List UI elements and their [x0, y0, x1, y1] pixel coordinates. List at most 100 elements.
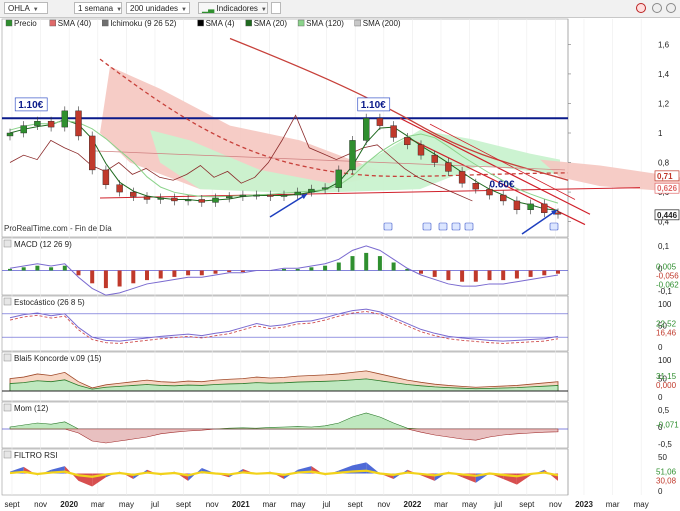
- x-axis-label: mar: [263, 500, 277, 509]
- candle-body: [404, 137, 411, 146]
- ticker-field[interactable]: OHLA ▼: [4, 2, 48, 14]
- macd-bar: [117, 270, 122, 287]
- macd-bar: [213, 270, 218, 274]
- event-marker-icon: [464, 222, 474, 231]
- candle-body: [143, 196, 151, 200]
- indicators-button[interactable]: ▁▃ Indicadores ▼: [198, 2, 268, 14]
- macd-bar: [282, 268, 286, 271]
- chart-area: 1.10€1.10€0.60€1,61,41,210,80,60,40,710,…: [1, 18, 680, 509]
- price-value-tag-text: 0,71: [657, 172, 673, 181]
- candle-body: [267, 194, 274, 197]
- legend-item-3: SMA (4): [206, 19, 235, 28]
- indicators-text: Indicadores: [216, 4, 258, 13]
- period-select[interactable]: 1 semana ▼: [74, 2, 122, 14]
- x-axis-label: mar: [606, 500, 620, 509]
- candle-body: [554, 212, 562, 215]
- macd-bar: [528, 270, 533, 277]
- macd-bar: [90, 270, 95, 284]
- candle-body: [294, 191, 301, 196]
- panel-collapse-icon: [3, 353, 12, 362]
- x-axis-label: 2020: [60, 500, 78, 509]
- legend-item-6: SMA (200): [363, 19, 401, 28]
- panel-4-ytick: -0,5: [658, 440, 672, 449]
- macd-bar: [186, 270, 191, 276]
- candle-body: [541, 203, 548, 213]
- panel-2-ytick: 0: [658, 343, 663, 352]
- legend-item-2: Ichimoku (9 26 52): [110, 19, 177, 28]
- x-axis-label: mar: [434, 500, 448, 509]
- macd-bar: [295, 268, 300, 271]
- macd-bar: [240, 270, 245, 273]
- panel-title-1: MACD (12 26 9): [14, 240, 72, 249]
- indicators-icon: ▁▃: [202, 4, 215, 13]
- candle-body: [102, 169, 110, 185]
- macd-bar: [199, 270, 204, 276]
- panel-1-ytick: 0,1: [658, 242, 670, 251]
- candle-body: [376, 118, 384, 126]
- candle-body: [500, 194, 507, 202]
- x-axis-label: 2021: [232, 500, 250, 509]
- panel-collapse-icon: [3, 450, 12, 459]
- candle-body: [239, 194, 247, 197]
- candle-body: [75, 110, 82, 137]
- macd-bar: [35, 265, 40, 271]
- price-panel-frame: [1, 18, 569, 238]
- panel-title-3: Blai5 Koncorde v.09 (15): [14, 354, 102, 363]
- candle-body: [88, 135, 96, 171]
- macd-bar: [446, 270, 451, 281]
- price-ytick-label: 0,8: [658, 159, 670, 168]
- panel-1-value-tag: -0,056: [656, 271, 679, 280]
- candle-body: [198, 199, 206, 203]
- units-select[interactable]: 200 unidades ▼: [126, 2, 190, 14]
- panel-4-value-tag: -0,071: [656, 420, 679, 429]
- macd-bar: [419, 270, 423, 274]
- candle-body: [363, 118, 370, 141]
- candle-body: [20, 125, 27, 134]
- panel-2-value-tag: 16,46: [656, 328, 677, 337]
- macd-bar: [542, 270, 547, 276]
- event-marker-icon: [438, 222, 448, 231]
- event-marker-icon: [549, 222, 559, 231]
- options-button[interactable]: [271, 2, 281, 14]
- macd-bar: [460, 270, 465, 282]
- candle-body: [513, 200, 521, 210]
- panel-1-value-tag: 0,005: [656, 262, 677, 271]
- macd-panel-frame: [1, 237, 569, 296]
- panel-title-5: FILTRO RSI: [14, 451, 57, 460]
- legend-swatch: [5, 19, 13, 27]
- alert-icon[interactable]: [636, 3, 646, 13]
- macd-bar: [158, 270, 163, 279]
- candle-body: [308, 188, 315, 193]
- macd-bar: [336, 262, 341, 271]
- candle-body: [34, 120, 41, 126]
- macd-bar: [103, 270, 108, 289]
- candle-body: [6, 132, 14, 137]
- macd-bar: [8, 268, 12, 271]
- candle-body: [390, 125, 397, 138]
- close-icon[interactable]: [666, 3, 676, 13]
- x-axis-label: mar: [91, 500, 105, 509]
- panel-3-value-tag: 0,000: [656, 381, 677, 390]
- rsi-panel-frame: [1, 448, 569, 496]
- panel-title-2: Estocástico (26 8 5): [14, 298, 85, 307]
- panel-1-value-tag: -0,062: [656, 280, 679, 289]
- x-axis-label: sept: [4, 500, 20, 509]
- window-button-icon[interactable]: [652, 3, 662, 13]
- macd-bar: [323, 265, 328, 271]
- panel-3-value-tag: 31,15: [656, 372, 677, 381]
- macd-bar: [487, 270, 492, 281]
- chevron-down-icon: ▼: [181, 7, 187, 13]
- x-axis-label: sept: [176, 500, 192, 509]
- candle-body: [61, 110, 68, 128]
- panel-collapse-icon: [3, 403, 12, 412]
- event-marker-icon: [451, 222, 461, 231]
- macd-bar: [131, 270, 136, 284]
- legend-swatch: [297, 19, 305, 27]
- candle-body: [321, 187, 329, 190]
- legend-swatch: [197, 19, 204, 27]
- chevron-down-icon: ▼: [116, 7, 123, 13]
- macd-bar: [145, 270, 149, 281]
- candle-body: [130, 191, 137, 197]
- x-axis-label: nov: [377, 500, 390, 509]
- x-axis-label: may: [634, 500, 649, 509]
